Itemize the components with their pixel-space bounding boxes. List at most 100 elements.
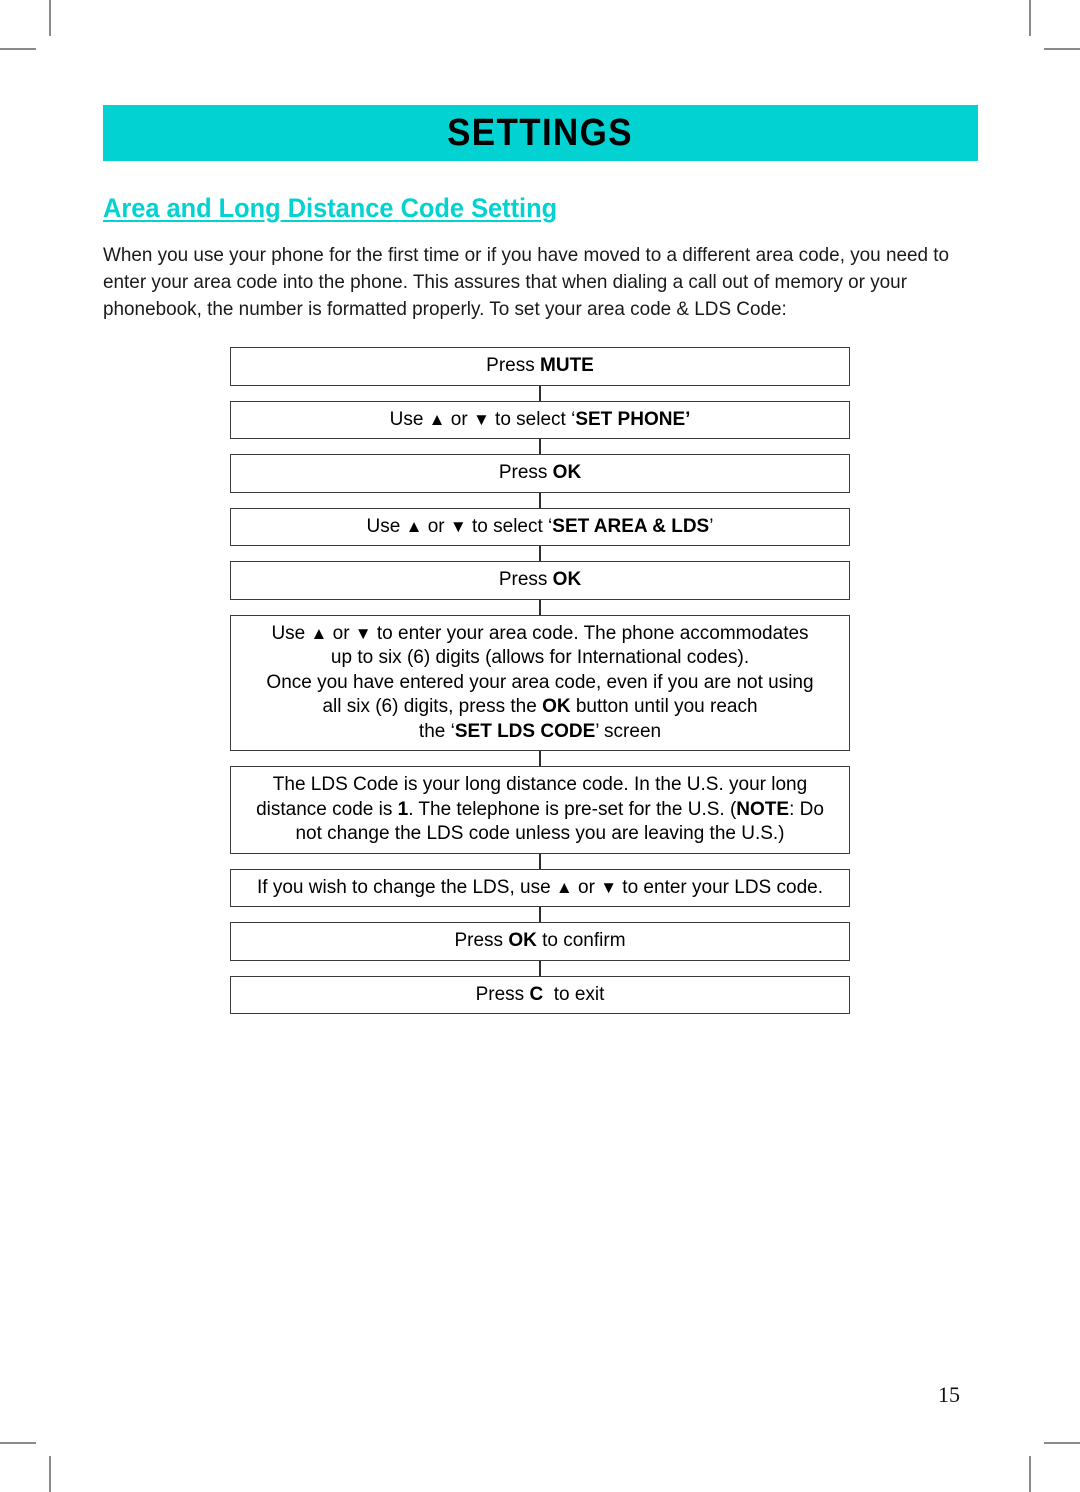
flow-step-press-ok-2: Press OK xyxy=(230,561,850,600)
flow-text-run: Press xyxy=(498,569,553,590)
flow-text-run: distance code is xyxy=(256,798,398,820)
flow-connector xyxy=(539,439,541,454)
flow-line: Use ▲ or ▼ to enter your area code. The … xyxy=(241,622,839,647)
flow-text-run: Press xyxy=(475,983,530,1005)
up-arrow-icon: ▲ xyxy=(555,877,573,897)
flow-line: Press OK xyxy=(241,568,839,593)
flow-text-run: . The telephone is pre-set for the U.S. … xyxy=(408,798,737,820)
flow-line: The LDS Code is your long distance code.… xyxy=(241,773,839,798)
flow-text-run: or xyxy=(572,876,601,898)
flow-text-run: Use xyxy=(389,408,429,430)
flow-text-run: the ‘ xyxy=(418,720,455,742)
flow-text-run: NOTE xyxy=(736,798,790,820)
flow-box-select-set-area-lds: Use ▲ or ▼ to select ‘SET AREA & LDS’ xyxy=(230,507,850,546)
down-arrow-icon: ▼ xyxy=(449,516,467,536)
down-arrow-icon: ▼ xyxy=(472,409,490,429)
flow-text-run: The LDS Code is your long distance code.… xyxy=(272,774,808,795)
flow-text-run: all six (6) digits, press the xyxy=(322,696,543,717)
flow-text-run: OK xyxy=(542,696,571,717)
flow-text-run: to select ‘ xyxy=(489,408,576,430)
flow-text-run: to confirm xyxy=(536,930,626,951)
flow-step-lds-code-explanation: The LDS Code is your long distance code.… xyxy=(230,766,850,854)
flow-text-run: or xyxy=(327,622,355,644)
flow-connector xyxy=(539,599,541,615)
flow-text-run: to select ‘ xyxy=(466,515,553,537)
flow-step-select-set-phone: Use ▲ or ▼ to select ‘SET PHONE’ xyxy=(230,400,850,439)
flow-box-change-lds: If you wish to change the LDS, use ▲ or … xyxy=(230,868,850,907)
flow-text-run: SET LDS CODE xyxy=(454,720,596,742)
flow-text-run: SET AREA & LDS xyxy=(552,515,710,537)
flow-text-run: to enter your LDS code. xyxy=(617,876,823,898)
flow-connector xyxy=(539,751,541,766)
flow-text-run: Once you have entered your area code, ev… xyxy=(266,671,814,693)
up-arrow-icon: ▲ xyxy=(428,409,446,429)
flow-line: Use ▲ or ▼ to select ‘SET PHONE’ xyxy=(241,408,839,433)
flow-connector xyxy=(539,853,541,869)
section-heading: Area and Long Distance Code Setting xyxy=(103,193,558,223)
flow-text-run: to enter your area code. The phone accom… xyxy=(371,622,809,644)
crop-mark-bottom-left-horizontal xyxy=(0,1442,36,1444)
flow-text-run: to exit xyxy=(543,983,605,1005)
procedure-flowchart: Press MUTE Use ▲ or ▼ to select ‘SET PHON… xyxy=(230,347,850,1014)
flow-text-run: Press xyxy=(454,930,509,951)
section-banner: SETTINGS xyxy=(103,105,978,161)
intro-paragraph: When you use your phone for the first ti… xyxy=(103,242,952,323)
crop-mark-top-left-horizontal xyxy=(0,48,36,50)
flow-connector xyxy=(539,546,541,561)
flow-box-press-c-exit: Press C to exit xyxy=(230,975,850,1014)
flow-text-run: ’ xyxy=(709,515,714,537)
flow-text-run: Press xyxy=(486,355,541,376)
flow-text-run: SET PHONE’ xyxy=(575,408,691,430)
flow-text-run: or xyxy=(422,515,450,537)
flow-text-run: 1 xyxy=(397,798,409,820)
flow-box-press-ok-2: Press OK xyxy=(230,561,850,600)
intro-paragraph-text: When you use your phone for the first ti… xyxy=(103,244,950,320)
flow-step-press-c-exit: Press C to exit xyxy=(230,975,850,1014)
flow-box-press-ok-confirm: Press OK to confirm xyxy=(230,922,850,961)
flow-connector xyxy=(539,960,541,976)
flow-step-change-lds: If you wish to change the LDS, use ▲ or … xyxy=(230,868,850,907)
flow-text-run: If you wish to change the LDS, use xyxy=(257,876,556,898)
flow-text-run: button until you reach xyxy=(570,696,758,717)
flow-line: the ‘SET LDS CODE’ screen xyxy=(241,720,839,745)
page-title: SETTINGS xyxy=(447,111,634,154)
crop-mark-bottom-left-vertical xyxy=(49,1456,51,1492)
page-content: SETTINGS Area and Long Distance Code Set… xyxy=(103,105,978,1014)
flow-line: distance code is 1. The telephone is pre… xyxy=(241,798,839,823)
flow-text-run: Use xyxy=(271,622,311,644)
flow-text-run: Use xyxy=(366,515,406,537)
flow-text-run: or xyxy=(445,408,473,430)
flow-text-run: OK xyxy=(552,462,582,483)
flow-line: Press MUTE xyxy=(241,354,839,379)
down-arrow-icon: ▼ xyxy=(600,877,618,897)
flow-connector xyxy=(539,492,541,508)
crop-mark-top-right-vertical xyxy=(1029,0,1031,36)
crop-mark-bottom-right-vertical xyxy=(1029,1456,1031,1492)
flow-step-press-mute: Press MUTE xyxy=(230,347,850,386)
flow-step-press-ok-confirm: Press OK to confirm xyxy=(230,922,850,961)
flow-text-run: Press xyxy=(498,462,553,483)
flow-line: Once you have entered your area code, ev… xyxy=(241,671,839,696)
flow-box-press-mute: Press MUTE xyxy=(230,347,850,386)
flow-text-run: MUTE xyxy=(540,355,594,376)
up-arrow-icon: ▲ xyxy=(310,623,328,643)
flow-text-run: C xyxy=(529,983,544,1005)
flow-line: Press C to exit xyxy=(241,983,839,1008)
crop-mark-bottom-right-horizontal xyxy=(1044,1442,1080,1444)
flow-text-run: not change the LDS code unless you are l… xyxy=(295,823,785,844)
up-arrow-icon: ▲ xyxy=(405,516,423,536)
flow-text-run: : Do xyxy=(789,798,824,820)
flow-text-run: OK xyxy=(552,569,582,590)
flow-text-run: up to six (6) digits (allows for Interna… xyxy=(330,647,750,668)
flow-line: up to six (6) digits (allows for Interna… xyxy=(241,646,839,671)
flow-line: not change the LDS code unless you are l… xyxy=(241,822,839,847)
flow-connector xyxy=(539,385,541,401)
page-number: 15 xyxy=(938,1382,960,1407)
flow-line: all six (6) digits, press the OK button … xyxy=(241,695,839,720)
flow-connector xyxy=(539,907,541,922)
flow-step-press-ok-1: Press OK xyxy=(230,454,850,493)
flow-step-select-set-area-lds: Use ▲ or ▼ to select ‘SET AREA & LDS’ xyxy=(230,507,850,546)
flow-line: If you wish to change the LDS, use ▲ or … xyxy=(241,876,839,901)
flow-step-enter-area-code: Use ▲ or ▼ to enter your area code. The … xyxy=(230,614,850,751)
flow-box-lds-code-explanation: The LDS Code is your long distance code.… xyxy=(230,766,850,854)
